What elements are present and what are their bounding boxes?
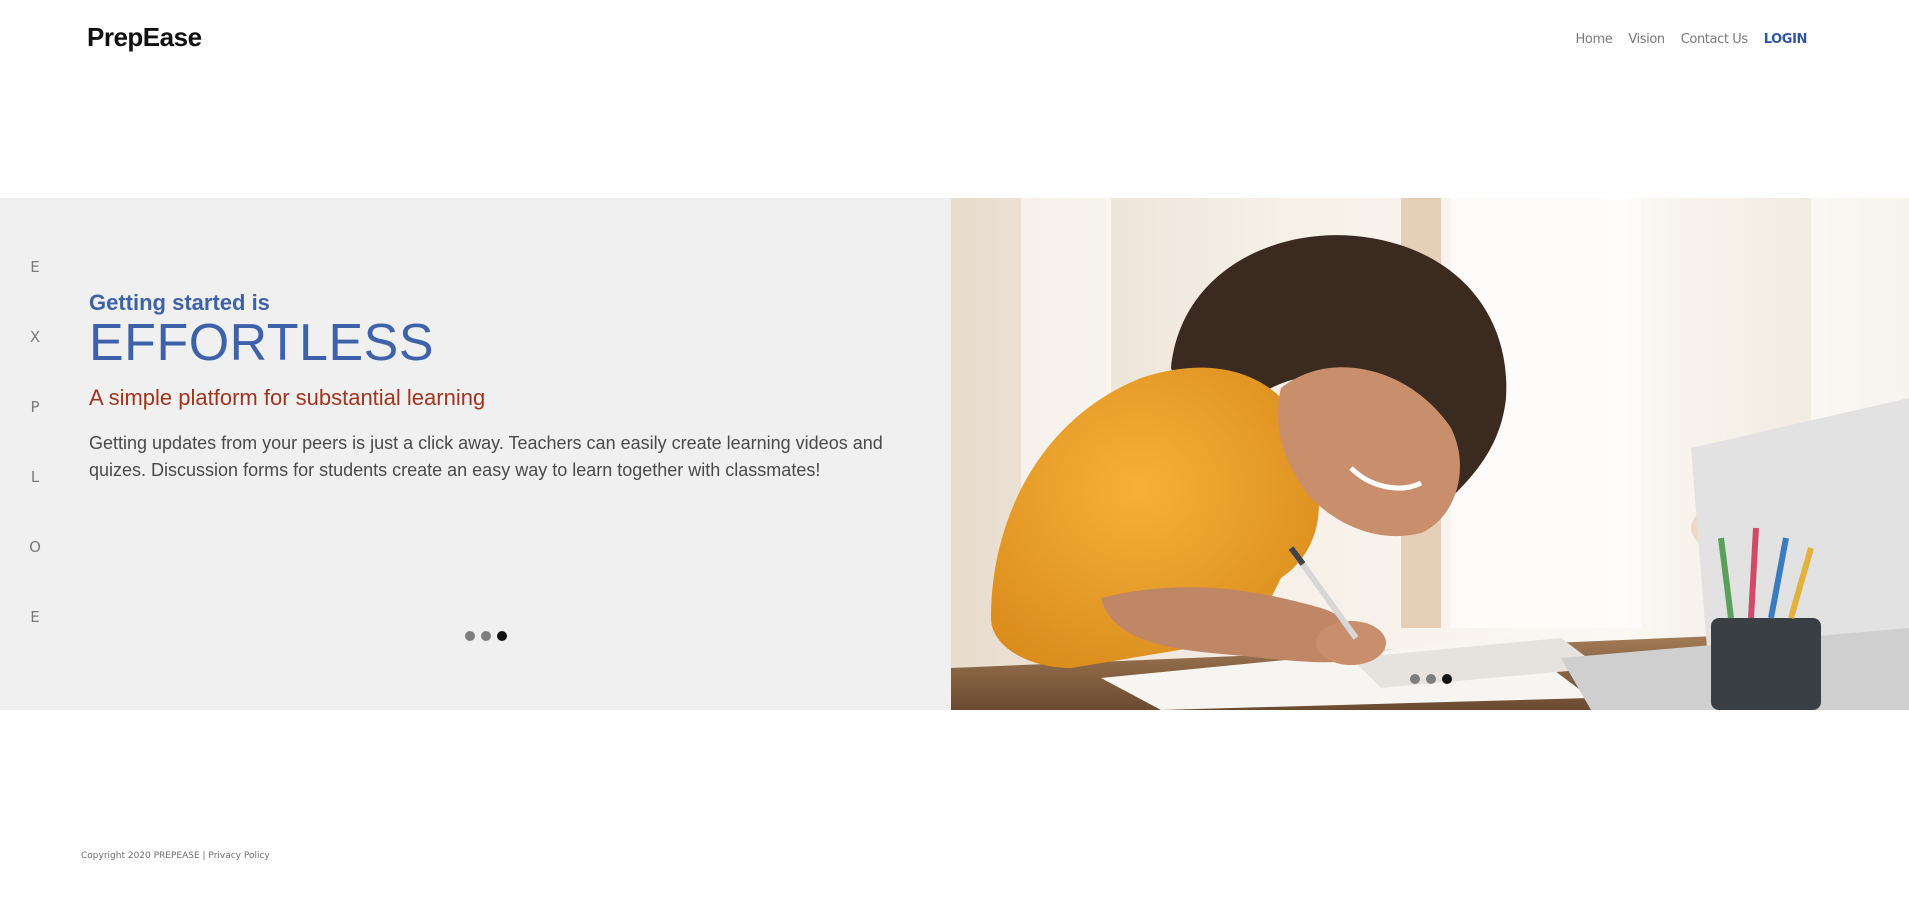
slider-dot[interactable] [481, 631, 491, 641]
explore-vertical-label: E X P L O E [28, 258, 42, 678]
hero-heading: EFFORTLESS [89, 314, 435, 372]
explore-letter: P [30, 398, 40, 416]
explore-letter: E [30, 608, 40, 626]
top-nav: Home Vision Contact Us LOGIN [1576, 32, 1808, 47]
privacy-policy-link[interactable]: Privacy Policy [208, 851, 269, 861]
hero-text-panel: E X P L O E Getting started is EFFORTLES… [0, 198, 951, 710]
hero-tagline: A simple platform for substantial learni… [89, 385, 486, 410]
hero-image-panel [951, 198, 1909, 710]
hero-intro: Getting started is EFFORTLESS A simple p… [89, 290, 909, 484]
brand-logo[interactable]: PrepEase [87, 22, 202, 53]
text-slider-dots [465, 631, 507, 641]
login-link[interactable]: LOGIN [1764, 32, 1808, 47]
landing-page: PrepEase Home Vision Contact Us LOGIN E … [0, 0, 1909, 907]
slider-dot-active[interactable] [497, 631, 507, 641]
slider-dot-active[interactable] [1442, 674, 1452, 684]
explore-letter: L [30, 468, 40, 486]
copyright-text: Copyright 2020 PREPEASE | [81, 851, 206, 861]
slider-dot[interactable] [465, 631, 475, 641]
explore-letter: X [29, 328, 41, 346]
nav-home-link[interactable]: Home [1576, 32, 1613, 47]
hero-section: E X P L O E Getting started is EFFORTLES… [0, 198, 1909, 710]
explore-letter: O [29, 538, 41, 556]
image-slider-dots [1410, 674, 1452, 684]
nav-vision-link[interactable]: Vision [1628, 32, 1665, 47]
slider-dot[interactable] [1426, 674, 1436, 684]
student-writing-photo [951, 198, 1909, 710]
slider-dot[interactable] [1410, 674, 1420, 684]
hero-description: Getting updates from your peers is just … [89, 433, 883, 480]
hero-subheading: Getting started is [89, 290, 270, 315]
footer: Copyright 2020 PREPEASE | Privacy Policy [81, 851, 270, 861]
nav-contact-link[interactable]: Contact Us [1681, 32, 1748, 47]
explore-letter: E [30, 258, 40, 276]
